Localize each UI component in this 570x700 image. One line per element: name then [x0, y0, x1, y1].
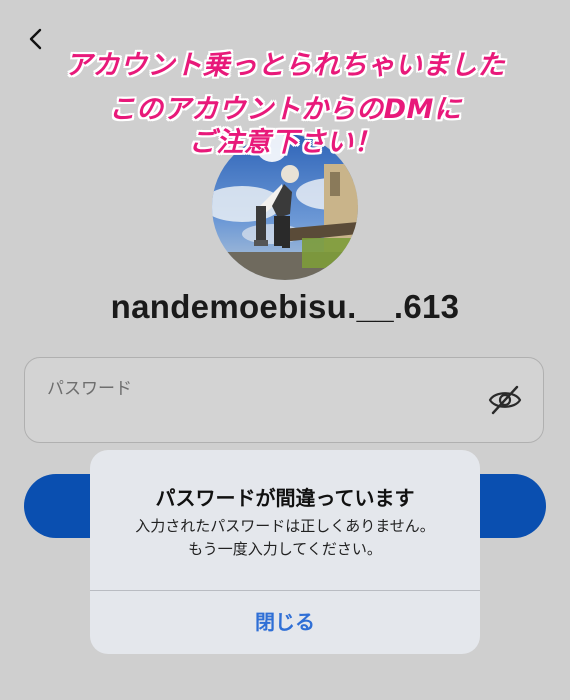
warning-overlay-line2: このアカウントからのDMに	[108, 94, 462, 125]
warning-overlay-line1: アカウント乗っとられちゃいました	[65, 50, 505, 81]
chevron-left-icon	[29, 28, 42, 50]
warning-overlay-line3: ご注意下さい！	[188, 127, 382, 158]
back-button[interactable]	[24, 26, 50, 52]
error-alert-dialog: パスワードが間違っています 入力されたパスワードは正しくありません。 もう一度入…	[90, 450, 480, 654]
alert-message-line1: 入力されたパスワードは正しくありません。	[135, 517, 435, 535]
password-field-label: パスワード	[47, 379, 132, 399]
eye-slash-icon[interactable]	[487, 384, 523, 416]
login-screen: アカウント乗っとられちゃいました このアカウントからのDMに ご注意下さい！ n…	[0, 0, 570, 700]
alert-close-button[interactable]: 閉じる	[90, 591, 480, 654]
username: nandemoebisu.__.613	[110, 288, 460, 325]
alert-title: パスワードが間違っています	[155, 486, 415, 510]
password-field[interactable]: パスワード	[24, 357, 544, 443]
alert-message: 入力されたパスワードは正しくありません。 もう一度入力してください。	[90, 515, 480, 561]
alert-message-line2: もう一度入力してください。	[188, 540, 382, 558]
